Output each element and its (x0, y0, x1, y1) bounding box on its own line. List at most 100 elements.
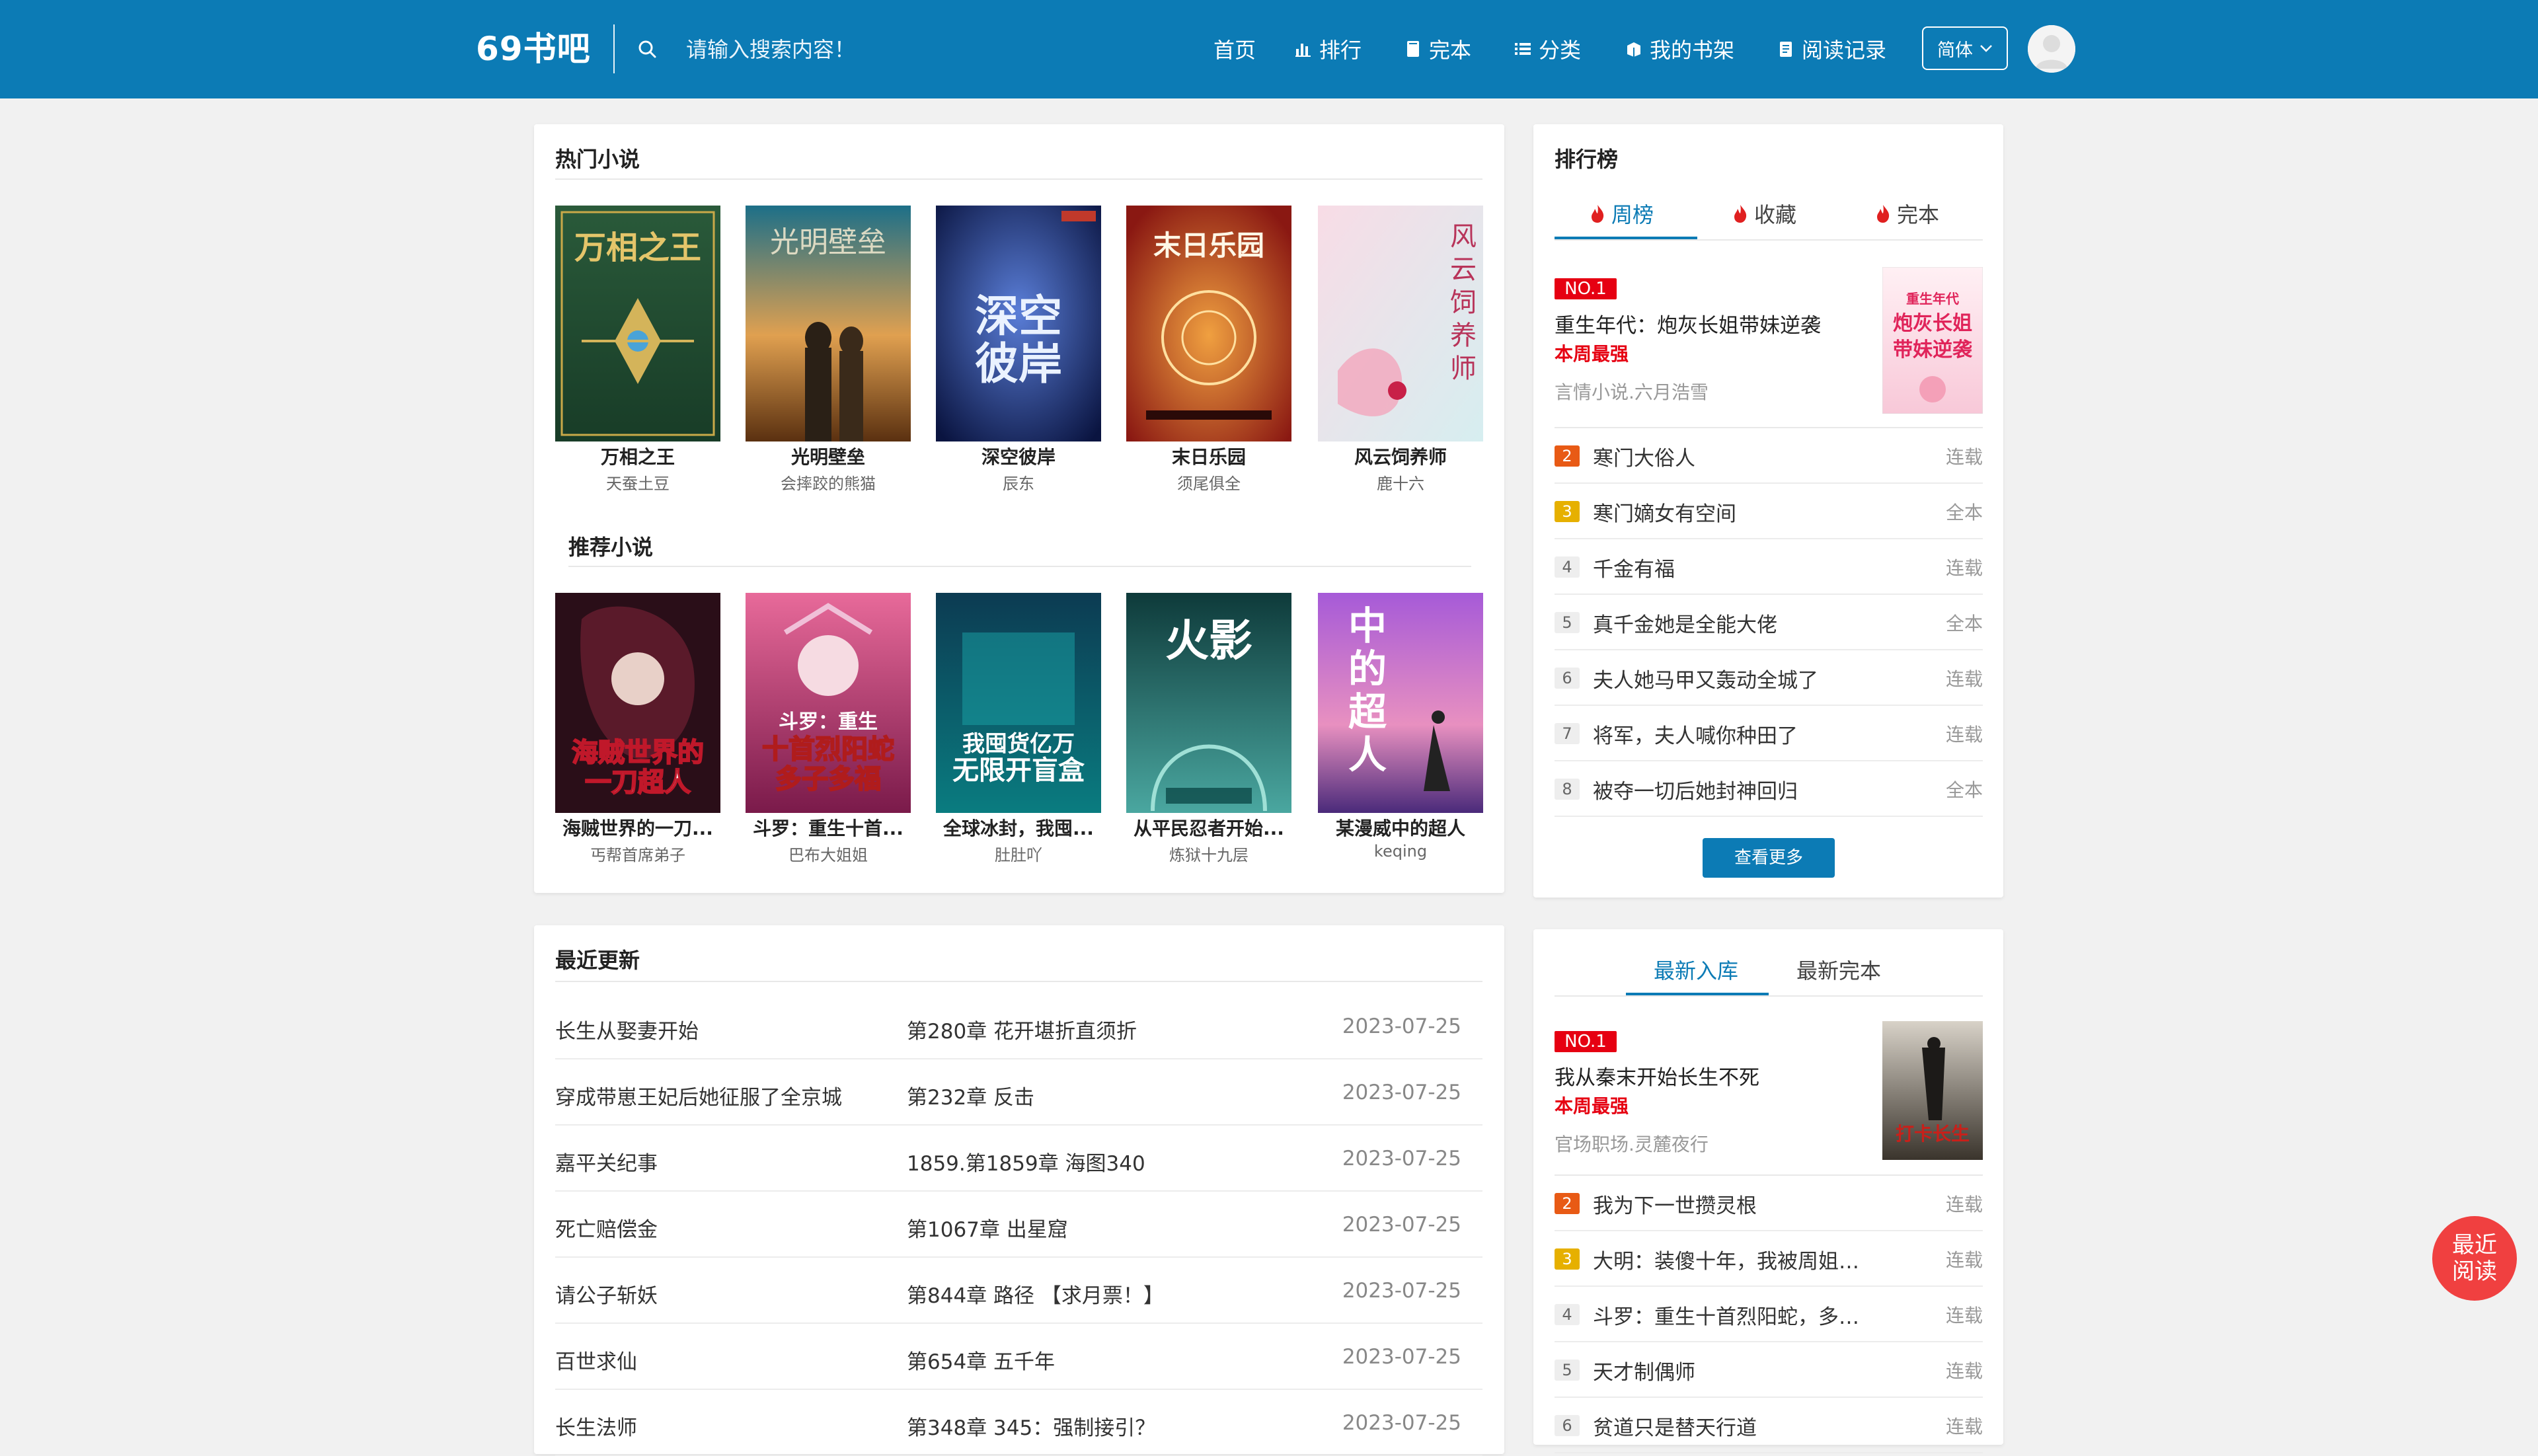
book-title[interactable]: 海贼世界的一刀... (555, 814, 720, 841)
language-label: 简体 (1937, 40, 1973, 61)
update-book-name[interactable]: 请公子斩妖 (555, 1279, 658, 1309)
language-select[interactable]: 简体 (1922, 26, 2008, 70)
svg-text:一刀超人: 一刀超人 (585, 767, 691, 798)
rank-book-name[interactable]: 寒门大俗人 (1593, 441, 1695, 471)
recommend-book-1[interactable]: 海贼世界的 一刀超人 海贼世界的一刀... 丐帮首席弟子 (555, 593, 720, 865)
update-book-name[interactable]: 长生从娶妻开始 (555, 1015, 699, 1044)
rank-book-name[interactable]: 寒门嫡女有空间 (1593, 497, 1736, 527)
hot-book-3[interactable]: 深空 彼岸 深空彼岸 辰东 (936, 206, 1101, 494)
update-chapter[interactable]: 第844章 路径 【求月票！】 (907, 1279, 1164, 1309)
update-row: 死亡赔偿金 第1067章 出星窟 2023-07-25 (555, 1192, 1482, 1258)
update-book-name[interactable]: 百世求仙 (555, 1345, 637, 1375)
rank-book-name[interactable]: 夫人她马甲又轰动全城了 (1593, 664, 1818, 693)
svg-text:光明壁垒: 光明壁垒 (770, 225, 886, 259)
search-input[interactable] (685, 29, 1031, 70)
rank-book-name[interactable]: 我为下一世攒灵根 (1593, 1189, 1757, 1219)
rank-row[interactable]: 2 我为下一世攒灵根 连载 (1555, 1176, 1983, 1231)
recommend-book-2[interactable]: 斗罗：重生 十首烈阳蛇 多子多福 斗罗：重生十首... 巴布大姐姐 (746, 593, 911, 865)
rank-row[interactable]: 8 被夺一切后她封神回归 全本 (1555, 761, 1983, 817)
newest-no1-title[interactable]: 我从秦末开始长生不死 (1555, 1061, 1759, 1091)
rank-row[interactable]: 4 千金有福 连载 (1555, 539, 1983, 595)
book-title[interactable]: 某漫威中的超人 (1318, 814, 1483, 841)
hot-title: 热门小说 (555, 147, 640, 172)
rank-book-name[interactable]: 将军，夫人喊你种田了 (1593, 719, 1798, 749)
svg-text:炮灰长姐: 炮灰长姐 (1893, 312, 1972, 335)
book-title[interactable]: 全球冰封，我囤... (936, 814, 1101, 841)
update-book-name[interactable]: 死亡赔偿金 (555, 1213, 658, 1243)
rank-number: 8 (1555, 779, 1580, 800)
tab-collect[interactable]: 收藏 (1732, 198, 1796, 229)
update-book-name[interactable]: 长生法师 (555, 1411, 637, 1441)
rank-row[interactable]: 6 贫道只是替天行道 连载 (1555, 1398, 1983, 1453)
tab-complete[interactable]: 完本 (1874, 198, 1939, 229)
view-more-button[interactable]: 查看更多 (1703, 838, 1835, 878)
rank-row[interactable]: 3 大明：装傻十年，我被周姐直... 连载 (1555, 1231, 1983, 1287)
recommend-book-5[interactable]: 中 的 超 人 某漫威中的超人 keqing (1318, 593, 1483, 861)
book-title[interactable]: 光明壁垒 (746, 443, 911, 469)
rank-row[interactable]: 5 真千金她是全能大佬 全本 (1555, 595, 1983, 650)
update-book-name[interactable]: 嘉平关纪事 (555, 1147, 658, 1176)
update-chapter[interactable]: 第232章 反击 (907, 1081, 1034, 1110)
rank-row[interactable]: 2 寒门大俗人 连载 (1555, 428, 1983, 484)
book-title[interactable]: 斗罗：重生十首... (746, 814, 911, 841)
recommend-book-3[interactable]: 我囤货亿万 无限开盲盒 全球冰封，我囤... 肚肚吖 (936, 593, 1101, 865)
book-title[interactable]: 万相之王 (555, 443, 720, 469)
update-chapter[interactable]: 第280章 花开堪折直须折 (907, 1015, 1137, 1044)
nav-finished[interactable]: 完本 (1404, 33, 1471, 65)
rank-book-name[interactable]: 千金有福 (1593, 553, 1675, 582)
nav-bookshelf[interactable]: 我的书架 (1625, 33, 1734, 65)
book-title[interactable]: 末日乐园 (1126, 443, 1291, 469)
book-title[interactable]: 风云饲养师 (1318, 443, 1483, 469)
no1-meta: 言情小说.六月浩雪 (1555, 381, 1709, 403)
rank-status: 连载 (1945, 557, 1983, 579)
tab-newest-added[interactable]: 最新入库 (1654, 954, 1738, 985)
hot-book-5[interactable]: 风 云 饲 养 师 风云饲养师 鹿十六 (1318, 206, 1483, 494)
site-logo[interactable]: 69书吧 (476, 25, 591, 73)
rank-book-name[interactable]: 贫道只是替天行道 (1593, 1411, 1757, 1441)
book-author: 天蚕土豆 (606, 475, 670, 493)
update-chapter[interactable]: 第348章 345：强制接引？ (907, 1411, 1155, 1441)
search-icon[interactable] (636, 38, 658, 59)
hot-book-4[interactable]: 末日乐园 末日乐园 须尾俱全 (1126, 206, 1291, 494)
svg-text:师: 师 (1450, 354, 1477, 384)
rank-row[interactable]: 7 将军，夫人喊你种田了 连载 (1555, 706, 1983, 761)
hot-book-1[interactable]: 万相之王 万相之王 天蚕土豆 (555, 206, 720, 494)
rank-status: 连载 (1945, 1360, 1983, 1382)
rank-number: 6 (1555, 1415, 1580, 1436)
update-date: 2023-07-25 (1342, 1147, 1461, 1170)
nav-home[interactable]: 首页 (1213, 33, 1256, 65)
nav-category[interactable]: 分类 (1514, 33, 1581, 65)
tab-active-underline (1555, 237, 1697, 239)
rank-row[interactable]: 4 斗罗：重生十首烈阳蛇，多子... 连载 (1555, 1287, 1983, 1342)
tab-newest-complete[interactable]: 最新完本 (1796, 954, 1881, 985)
rank-book-name[interactable]: 天才制偶师 (1593, 1356, 1695, 1385)
recent-reading-button[interactable]: 最近 阅读 (2432, 1216, 2517, 1301)
rank-book-name[interactable]: 大明：装傻十年，我被周姐直... (1593, 1245, 1877, 1274)
tab-weekly[interactable]: 周榜 (1589, 198, 1654, 229)
rank-book-name[interactable]: 被夺一切后她封神回归 (1593, 775, 1798, 804)
rank-status: 连载 (1945, 446, 1983, 468)
nav-history[interactable]: 阅读记录 (1777, 33, 1886, 65)
nav-ranking[interactable]: 排行 (1294, 33, 1362, 65)
newest-no1-cover[interactable]: 打卡长生 (1882, 1021, 1983, 1160)
update-chapter[interactable]: 第1067章 出星窟 (907, 1213, 1068, 1243)
updates-divider (555, 981, 1482, 982)
recommend-book-4[interactable]: 火影 从平民忍者开始... 炼狱十九层 (1126, 593, 1291, 865)
update-chapter[interactable]: 1859.第1859章 海图340 (907, 1147, 1145, 1176)
row-divider (1555, 1452, 1983, 1453)
rank-row[interactable]: 6 夫人她马甲又轰动全城了 连载 (1555, 650, 1983, 706)
update-book-name[interactable]: 穿成带崽王妃后她征服了全京城 (555, 1081, 842, 1110)
tab-newest-added-label: 最新入库 (1654, 958, 1739, 983)
hot-book-2[interactable]: 光明壁垒 光明壁垒 会摔跤的熊猫 (746, 206, 911, 494)
book-title[interactable]: 深空彼岸 (936, 443, 1101, 469)
no1-cover[interactable]: 重生年代 炮灰长姐 带妹逆袭 (1882, 267, 1983, 414)
rank-book-name[interactable]: 真千金她是全能大佬 (1593, 608, 1777, 638)
book-title[interactable]: 从平民忍者开始... (1126, 814, 1291, 841)
update-chapter[interactable]: 第654章 五千年 (907, 1345, 1055, 1375)
rank-row[interactable]: 3 寒门嫡女有空间 全本 (1555, 484, 1983, 539)
no1-title[interactable]: 重生年代：炮灰长姐带妹逆袭 (1555, 309, 1821, 338)
rank-book-name[interactable]: 斗罗：重生十首烈阳蛇，多子... (1593, 1300, 1877, 1330)
user-avatar[interactable] (2028, 25, 2075, 73)
rank-row[interactable]: 5 天才制偶师 连载 (1555, 1342, 1983, 1398)
update-row: 穿成带崽王妃后她征服了全京城 第232章 反击 2023-07-25 (555, 1059, 1482, 1126)
